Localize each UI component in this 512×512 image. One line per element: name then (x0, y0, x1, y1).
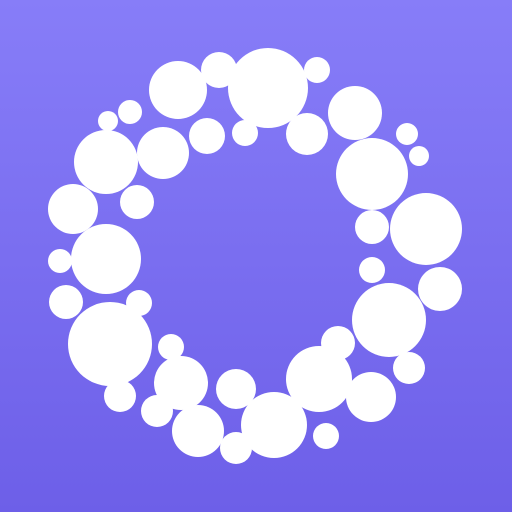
bubble (71, 224, 141, 294)
bubble (48, 249, 72, 273)
bubble (359, 257, 385, 283)
bubble (241, 392, 307, 458)
bubble (396, 123, 418, 145)
app-icon (0, 0, 512, 512)
bubble (74, 130, 138, 194)
bubble (355, 210, 389, 244)
bubble (48, 184, 98, 234)
bubble (120, 185, 154, 219)
bubble (418, 267, 462, 311)
bubble (189, 118, 225, 154)
bubble (141, 395, 173, 427)
bubble (352, 283, 426, 357)
bubble-ring-icon (0, 0, 512, 512)
bubble (232, 120, 258, 146)
bubble (313, 423, 339, 449)
bubble (104, 380, 136, 412)
bubble (328, 86, 382, 140)
bubble (137, 127, 189, 179)
bubble (346, 372, 396, 422)
bubble (68, 302, 152, 386)
bubble (98, 111, 118, 131)
bubble (336, 138, 408, 210)
bubble (228, 48, 308, 128)
bubble (409, 146, 429, 166)
bubble (172, 405, 224, 457)
bubble (286, 113, 328, 155)
bubble (49, 285, 83, 319)
bubble (304, 57, 330, 83)
bubble (390, 193, 462, 265)
bubble (393, 352, 425, 384)
bubble (149, 61, 207, 119)
bubble (118, 100, 142, 124)
